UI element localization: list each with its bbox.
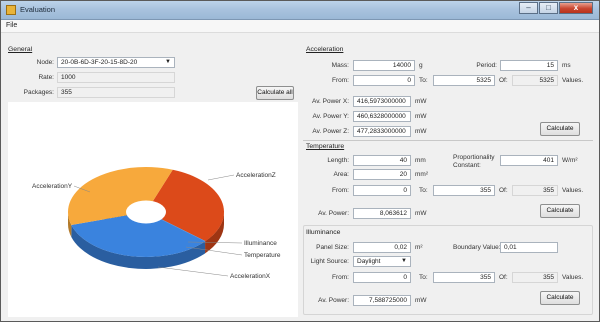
ill-from-input[interactable]: 0 — [353, 272, 411, 283]
acc-to-label: To: — [419, 77, 428, 84]
acc-of-field: 5325 — [512, 75, 558, 86]
acceleration-group-title: Acceleration — [306, 46, 344, 53]
close-icon[interactable]: x — [559, 2, 593, 14]
ill-av-power-unit: mW — [415, 297, 427, 304]
menu-file[interactable]: File — [6, 22, 17, 29]
pie-chart: AccelerationZ Illuminance Temperature Accel… — [32, 167, 281, 280]
ill-of-field: 355 — [512, 272, 558, 283]
mass-unit: g — [419, 62, 423, 69]
prop-constant-label-2: Constant: — [453, 162, 481, 169]
divider — [303, 140, 593, 141]
ill-values-label: Values. — [562, 274, 584, 281]
temperature-group-title: Temperature — [306, 143, 345, 150]
av-power-x-unit: mW — [415, 98, 427, 105]
illuminance-group-title: Illuminance — [306, 229, 341, 236]
chart-panel: Average Power AccelerationZIlluminanceTe… — [8, 102, 298, 317]
prop-constant-label-1: Proportionality — [453, 154, 495, 161]
ill-av-power-label: Av. Power: — [318, 297, 349, 304]
acc-from-label: From: — [332, 77, 349, 84]
length-unit: mm — [415, 157, 426, 164]
prop-constant-unit: W/m² — [562, 157, 578, 164]
panel-size-unit: m² — [415, 244, 423, 251]
pie-label-accelerationx: AccelerationX — [230, 273, 271, 280]
av-power-z-unit: mW — [415, 128, 427, 135]
temp-of-label: Of: — [499, 187, 508, 194]
rate-field: 1000 — [57, 72, 175, 83]
light-source-value: Daylight — [357, 258, 381, 265]
pie-label-accelerationz: AccelerationZ — [236, 172, 276, 179]
av-power-z-field: 477,2833000000 — [353, 126, 411, 137]
av-power-z-label: Av. Power Z: — [312, 128, 349, 135]
menu-bar: File — [1, 20, 599, 33]
av-power-y-field: 460,6328000000 — [353, 111, 411, 122]
av-power-x-field: 416,5973000000 — [353, 96, 411, 107]
av-power-y-label: Av. Power Y: — [312, 113, 350, 120]
temp-av-power-unit: mW — [415, 210, 427, 217]
boundary-value-input[interactable]: 0,01 — [500, 242, 558, 253]
window-title: Evaluation — [20, 5, 56, 14]
area-label: Area: — [333, 171, 349, 178]
pie-label-temperature: Temperature — [244, 252, 281, 259]
maximize-icon[interactable]: □ — [539, 2, 558, 14]
mass-label: Mass: — [331, 62, 349, 69]
area-unit: mm² — [415, 171, 428, 178]
general-group-title: General — [8, 46, 33, 53]
chevron-down-icon: ▼ — [401, 258, 407, 264]
packages-label: Packages: — [23, 89, 54, 96]
chevron-down-icon: ▼ — [165, 59, 171, 65]
packages-field: 355 — [57, 87, 175, 98]
length-label: Length: — [327, 157, 349, 164]
node-select[interactable]: 20-0B-6D-3F-20-15-8D-20 ▼ — [57, 57, 175, 68]
panel-size-label: Panel Size: — [316, 244, 349, 251]
acc-from-input[interactable]: 0 — [353, 75, 415, 86]
acc-values-label: Values. — [562, 77, 584, 84]
ill-av-power-field: 7,588725000 — [353, 295, 411, 306]
pie-label-accelerationy: AccelerationY — [32, 183, 73, 190]
node-label: Node: — [36, 59, 54, 66]
illuminance-calculate-button[interactable]: Calculate — [540, 291, 580, 305]
title-bar[interactable]: Evaluation – □ x — [1, 1, 599, 20]
temp-av-power-label: Av. Power: — [318, 210, 349, 217]
evaluation-window: Evaluation – □ x File General Node: 20-0… — [0, 0, 600, 322]
pie-leader-accelerationx — [157, 266, 229, 277]
acceleration-calculate-button[interactable]: Calculate — [540, 122, 580, 136]
temperature-calculate-button[interactable]: Calculate — [540, 204, 580, 218]
av-power-y-unit: mW — [415, 113, 427, 120]
temp-to-label: To: — [419, 187, 428, 194]
calculate-all-button[interactable]: Calculate all — [256, 86, 294, 100]
period-label: Period: — [476, 62, 497, 69]
temp-av-power-field: 8,063612 — [353, 208, 411, 219]
area-input[interactable]: 20 — [353, 169, 411, 180]
temp-to-input[interactable]: 355 — [433, 185, 495, 196]
acc-to-input[interactable]: 5325 — [433, 75, 495, 86]
node-select-value: 20-0B-6D-3F-20-15-8D-20 — [61, 59, 138, 66]
pie-leader-accelerationz — [207, 174, 235, 181]
acc-of-label: Of: — [499, 77, 508, 84]
prop-constant-input[interactable]: 401 — [500, 155, 558, 166]
period-unit: ms — [562, 62, 571, 69]
pie-hole — [126, 200, 166, 224]
panel-size-input[interactable]: 0,02 — [353, 242, 411, 253]
ill-from-label: From: — [332, 274, 349, 281]
boundary-value-label: Boundary Value: — [453, 244, 501, 251]
ill-of-label: Of: — [499, 274, 508, 281]
temp-of-field: 355 — [512, 185, 558, 196]
temp-from-label: From: — [332, 187, 349, 194]
av-power-x-label: Av. Power X: — [312, 98, 349, 105]
pie-label-illuminance: Illuminance — [244, 240, 277, 247]
temp-from-input[interactable]: 0 — [353, 185, 411, 196]
mass-input[interactable]: 14000 — [353, 60, 415, 71]
light-source-select[interactable]: Daylight ▼ — [353, 256, 411, 267]
period-input[interactable]: 15 — [500, 60, 558, 71]
window-controls: – □ x — [518, 2, 593, 14]
app-icon — [6, 5, 16, 15]
light-source-label: Light Source: — [310, 258, 349, 265]
temp-values-label: Values. — [562, 187, 584, 194]
minimize-icon[interactable]: – — [519, 2, 538, 14]
rate-label: Rate: — [38, 74, 54, 81]
ill-to-input[interactable]: 355 — [433, 272, 495, 283]
length-input[interactable]: 40 — [353, 155, 411, 166]
ill-to-label: To: — [419, 274, 428, 281]
